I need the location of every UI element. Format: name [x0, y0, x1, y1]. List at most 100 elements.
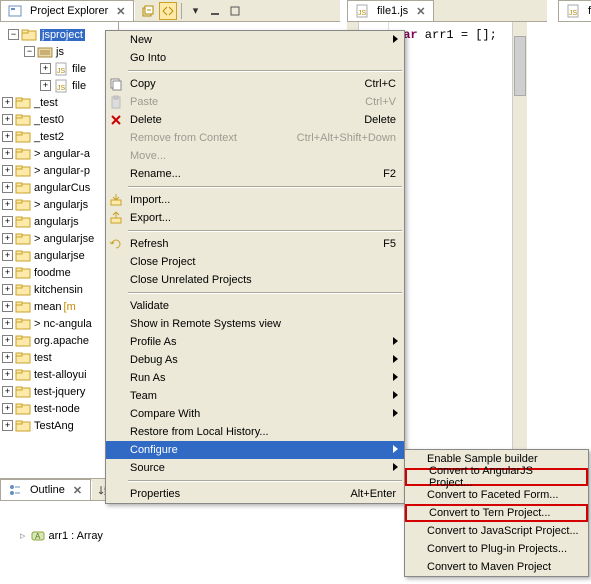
editor-scrollbar[interactable]	[512, 22, 527, 472]
menu-profile-as[interactable]: Profile As	[106, 333, 404, 351]
project-explorer-tab[interactable]: Project Explorer ✕	[0, 0, 134, 21]
tree-label[interactable]: test-node	[34, 403, 80, 415]
menu-new[interactable]: New	[106, 31, 404, 49]
expander-icon[interactable]	[2, 352, 13, 363]
expander-icon[interactable]	[2, 250, 13, 261]
tree-project-row[interactable]: org.apache	[2, 332, 118, 349]
tree-project-row[interactable]: > nc-angula	[2, 315, 118, 332]
expander-icon[interactable]	[2, 403, 13, 414]
tree-label[interactable]: file	[72, 63, 86, 75]
editor-tab-file2[interactable]: JS file	[558, 0, 591, 21]
menu-go-into[interactable]: Go Into	[106, 49, 404, 67]
expander-icon[interactable]	[2, 335, 13, 346]
tree-label[interactable]: > angularjs	[34, 199, 88, 211]
menu-refresh[interactable]: RefreshF5	[106, 235, 404, 253]
expander-icon[interactable]	[2, 318, 13, 329]
project-explorer-tree[interactable]: jsproject js JS file JS file _test_test0…	[0, 22, 119, 472]
tree-label[interactable]: test	[34, 352, 52, 364]
tree-project-row[interactable]: test-node	[2, 400, 118, 417]
tree-label[interactable]: angularjse	[34, 250, 85, 262]
tree-project-row[interactable]: TestAng	[2, 417, 118, 434]
menu-validate[interactable]: Validate	[106, 297, 404, 315]
tree-project-row[interactable]: _test2	[2, 128, 118, 145]
tree-project-row[interactable]: test-jquery	[2, 383, 118, 400]
tree-project-row[interactable]: angularjse	[2, 247, 118, 264]
expander-icon[interactable]	[2, 131, 13, 142]
collapse-all-icon[interactable]	[139, 2, 157, 20]
outline-item[interactable]: ▹ A arr1 : Array	[10, 527, 330, 544]
editor-tab-file1[interactable]: JS file1.js ✕	[347, 0, 434, 21]
expander-icon[interactable]	[40, 63, 51, 74]
menu-delete[interactable]: DeleteDelete	[106, 111, 404, 129]
submenu-convert-maven[interactable]: Convert to Maven Project	[405, 558, 588, 576]
link-editor-icon[interactable]	[159, 2, 177, 20]
expander-icon[interactable]	[2, 233, 13, 244]
expander-icon[interactable]	[2, 267, 13, 278]
submenu-convert-plugin[interactable]: Convert to Plug-in Projects...	[405, 540, 588, 558]
tree-label[interactable]: > nc-angula	[34, 318, 92, 330]
menu-restore-history[interactable]: Restore from Local History...	[106, 423, 404, 441]
tree-label[interactable]: angularCus	[34, 182, 90, 194]
editor-content[interactable]: var arr1 = [];	[396, 28, 497, 42]
menu-copy[interactable]: CopyCtrl+C	[106, 75, 404, 93]
close-icon[interactable]: ✕	[116, 5, 125, 18]
expander-icon[interactable]	[2, 148, 13, 159]
menu-rename[interactable]: Rename...F2	[106, 165, 404, 183]
tree-project-row[interactable]: test-alloyui	[2, 366, 118, 383]
expander-icon[interactable]	[2, 216, 13, 227]
menu-properties[interactable]: PropertiesAlt+Enter	[106, 485, 404, 503]
tree-project-row[interactable]: > angular-p	[2, 162, 118, 179]
tree-project-row[interactable]: _test0	[2, 111, 118, 128]
close-icon[interactable]: ✕	[416, 5, 425, 18]
tree-project-row[interactable]: > angularjse	[2, 230, 118, 247]
menu-export[interactable]: Export...	[106, 209, 404, 227]
menu-show-remote[interactable]: Show in Remote Systems view	[106, 315, 404, 333]
tree-label[interactable]: org.apache	[34, 335, 89, 347]
menu-close-unrelated[interactable]: Close Unrelated Projects	[106, 271, 404, 289]
menu-configure[interactable]: Configure	[106, 441, 404, 459]
tree-label[interactable]: kitchensin	[34, 284, 83, 296]
tree-project-row[interactable]: foodme	[2, 264, 118, 281]
tree-project-row[interactable]: mean[m	[2, 298, 118, 315]
menu-import[interactable]: Import...	[106, 191, 404, 209]
tree-label[interactable]: _test	[34, 97, 58, 109]
tree-label[interactable]: > angular-p	[34, 165, 90, 177]
tree-project-row[interactable]: _test	[2, 94, 118, 111]
tree-label[interactable]: > angularjse	[34, 233, 94, 245]
expander-icon[interactable]	[2, 182, 13, 193]
submenu-convert-faceted[interactable]: Convert to Faceted Form...	[405, 486, 588, 504]
tree-label[interactable]: angularjs	[34, 216, 79, 228]
expander-icon[interactable]	[2, 386, 13, 397]
expander-icon[interactable]	[24, 46, 35, 57]
menu-run-as[interactable]: Run As	[106, 369, 404, 387]
expander-icon[interactable]	[2, 165, 13, 176]
submenu-convert-javascript[interactable]: Convert to JavaScript Project...	[405, 522, 588, 540]
tree-label[interactable]: js	[56, 46, 64, 58]
tree-project-row[interactable]: kitchensin	[2, 281, 118, 298]
menu-close-project[interactable]: Close Project	[106, 253, 404, 271]
tree-label[interactable]: test-alloyui	[34, 369, 87, 381]
tree-project-row[interactable]: angularCus	[2, 179, 118, 196]
tree-label[interactable]: test-jquery	[34, 386, 85, 398]
expander-icon[interactable]	[2, 284, 13, 295]
tree-project-row[interactable]: test	[2, 349, 118, 366]
menu-debug-as[interactable]: Debug As	[106, 351, 404, 369]
tree-project-row[interactable]: > angularjs	[2, 196, 118, 213]
tree-label[interactable]: _test2	[34, 131, 64, 143]
tree-label[interactable]: > angular-a	[34, 148, 90, 160]
view-menu-icon[interactable]: ▾	[186, 2, 204, 20]
expander-icon[interactable]	[40, 80, 51, 91]
tree-project-row[interactable]: > angular-a	[2, 145, 118, 162]
tree-label[interactable]: TestAng	[34, 420, 74, 432]
tree-label[interactable]: jsproject	[40, 29, 85, 41]
tree-label[interactable]: _test0	[34, 114, 64, 126]
expander-icon[interactable]	[2, 97, 13, 108]
tree-label[interactable]: file	[72, 80, 86, 92]
scrollbar-thumb[interactable]	[514, 36, 526, 96]
expander-icon[interactable]	[2, 114, 13, 125]
close-icon[interactable]: ✕	[73, 484, 82, 497]
tree-project-row[interactable]: angularjs	[2, 213, 118, 230]
menu-compare-with[interactable]: Compare With	[106, 405, 404, 423]
tree-label[interactable]: foodme	[34, 267, 71, 279]
expander-icon[interactable]	[2, 301, 13, 312]
